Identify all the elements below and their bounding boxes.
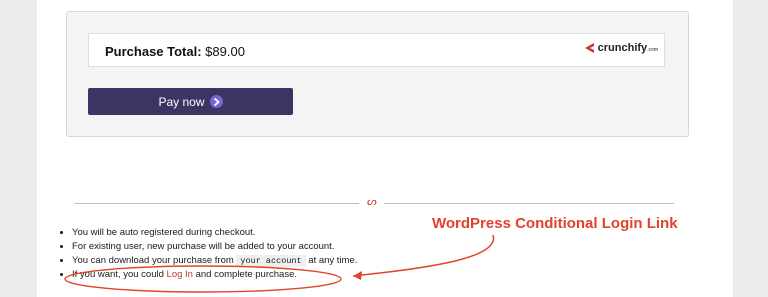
annotation-arrow — [352, 234, 495, 277]
annotation-ellipse — [64, 265, 342, 293]
annotation-arrowhead — [353, 271, 362, 280]
annotation-overlay — [64, 234, 495, 293]
